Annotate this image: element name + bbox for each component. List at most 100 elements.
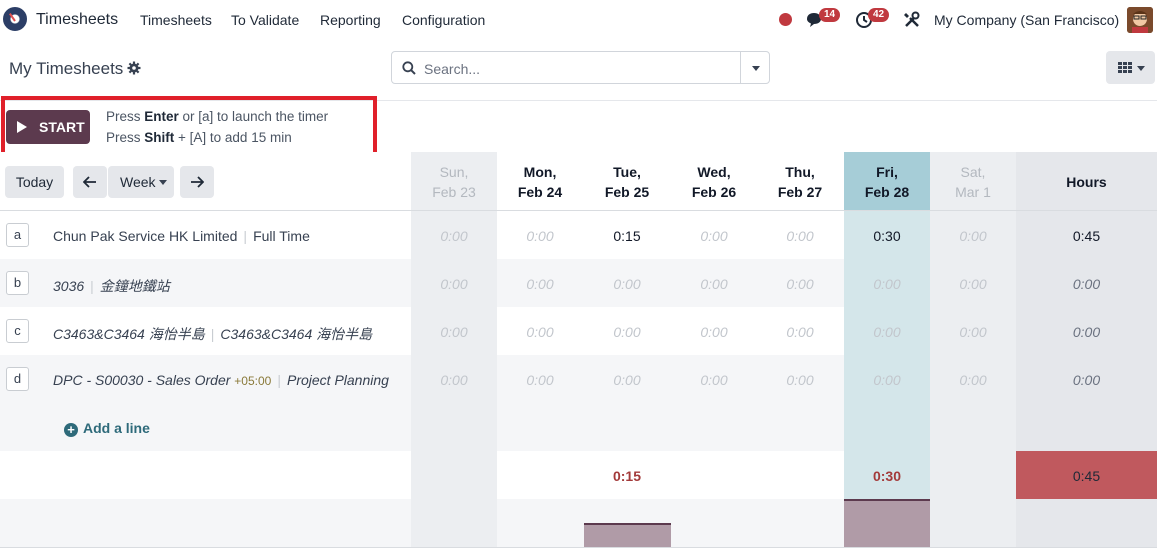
day-name: Fri, — [876, 164, 898, 180]
row-total-b: 0:00 — [1072, 276, 1101, 292]
cell-b-sat[interactable]: 0:00 — [930, 276, 1016, 292]
menu-to-validate[interactable]: To Validate — [231, 12, 299, 28]
cell-b-fri[interactable]: 0:00 — [844, 276, 930, 292]
cell-b-thu[interactable]: 0:00 — [757, 276, 843, 292]
cell-c-wed[interactable]: 0:00 — [671, 324, 757, 340]
day-header-sun: Sun, Feb 23 — [411, 162, 497, 202]
prev-week-button[interactable] — [73, 166, 107, 198]
cell-c-thu[interactable]: 0:00 — [757, 324, 843, 340]
task-name: 金鐘地鐵站 — [99, 278, 170, 294]
row-key-d[interactable]: d — [6, 367, 29, 391]
arrow-right-icon — [191, 176, 205, 188]
separator: | — [277, 372, 281, 388]
cell-b-mon[interactable]: 0:00 — [497, 276, 583, 292]
cell-b-wed[interactable]: 0:00 — [671, 276, 757, 292]
row-label-a[interactable]: Chun Pak Service HK Limited | Full Time — [53, 228, 310, 244]
gear-icon[interactable] — [127, 61, 141, 75]
caret-down-icon — [159, 180, 167, 185]
cell-d-tue[interactable]: 0:00 — [584, 372, 670, 388]
grand-total: 0:45 — [1072, 468, 1101, 484]
day-name: Sun, — [439, 164, 469, 180]
day-header-mon: Mon, Feb 24 — [497, 162, 583, 202]
daily-hours-bar-tue — [584, 523, 671, 547]
cell-a-tue[interactable]: 0:15 — [584, 228, 670, 244]
cell-d-mon[interactable]: 0:00 — [497, 372, 583, 388]
add-line-row-bg — [497, 403, 844, 451]
add-line-row-bg — [0, 403, 411, 451]
timezone-offset: +05:00 — [234, 374, 272, 388]
page-title[interactable]: My Timesheets — [9, 59, 123, 79]
cell-c-tue[interactable]: 0:00 — [584, 324, 670, 340]
grid-view-icon — [1118, 62, 1132, 73]
company-switcher[interactable]: My Company (San Francisco) — [934, 12, 1119, 28]
status-dot-icon[interactable] — [779, 13, 792, 26]
day-name: Tue, — [613, 164, 641, 180]
top-navbar: Timesheets Timesheets To Validate Report… — [0, 0, 1157, 40]
cell-d-sun[interactable]: 0:00 — [411, 372, 497, 388]
row-key-a[interactable]: a — [6, 223, 29, 247]
day-date: Feb 27 — [777, 184, 823, 200]
app-name[interactable]: Timesheets — [36, 11, 118, 29]
tools-icon[interactable] — [903, 11, 921, 29]
row-label-b[interactable]: 3036 | 金鐘地鐵站 — [53, 276, 170, 296]
cell-c-fri[interactable]: 0:00 — [844, 324, 930, 340]
hours-header: Hours — [1066, 174, 1107, 190]
day-date: Feb 23 — [432, 184, 476, 200]
today-button[interactable]: Today — [5, 166, 64, 198]
separator: | — [90, 278, 94, 294]
column-today — [844, 152, 930, 548]
range-label: Week — [120, 174, 156, 190]
cell-a-fri[interactable]: 0:30 — [844, 228, 930, 244]
cell-a-sat[interactable]: 0:00 — [930, 228, 1016, 244]
project-name: Chun Pak Service HK Limited — [53, 228, 238, 244]
row-total-c: 0:00 — [1072, 324, 1101, 340]
cell-d-sat[interactable]: 0:00 — [930, 372, 1016, 388]
daily-hours-bar-fri — [844, 499, 930, 547]
timesheets-app-icon[interactable] — [3, 7, 27, 31]
cell-a-thu[interactable]: 0:00 — [757, 228, 843, 244]
task-name: Project Planning — [286, 372, 389, 388]
add-line-button[interactable]: + Add a line — [64, 420, 150, 437]
cell-a-mon[interactable]: 0:00 — [497, 228, 583, 244]
add-line-label: Add a line — [83, 420, 150, 436]
menu-configuration[interactable]: Configuration — [402, 12, 485, 28]
day-date: Feb 26 — [691, 184, 737, 200]
cell-d-fri[interactable]: 0:00 — [844, 372, 930, 388]
timesheet-grid: Today Week Sun, Feb 23 Mon, Feb 24 Tue, Feb… — [0, 152, 1157, 548]
label-column — [0, 152, 411, 548]
user-avatar[interactable] — [1127, 7, 1153, 33]
cell-a-sun[interactable]: 0:00 — [411, 228, 497, 244]
row-key-c[interactable]: c — [6, 319, 29, 343]
column-sun — [411, 152, 497, 548]
row-total-d: 0:00 — [1072, 372, 1101, 388]
menu-timesheets[interactable]: Timesheets — [140, 12, 212, 28]
search-input[interactable]: Search... — [424, 61, 480, 77]
day-date: Mar 1 — [955, 184, 991, 200]
project-name: C3463&C3464 海怡半島 — [53, 326, 205, 342]
search-options-toggle[interactable] — [740, 52, 769, 83]
range-dropdown[interactable]: Week — [108, 166, 174, 198]
cell-b-sun[interactable]: 0:00 — [411, 276, 497, 292]
view-switcher-button[interactable] — [1106, 51, 1155, 84]
task-name: Full Time — [253, 228, 310, 244]
cell-c-mon[interactable]: 0:00 — [497, 324, 583, 340]
daily-total-tue: 0:15 — [612, 468, 642, 484]
cell-b-tue[interactable]: 0:00 — [584, 276, 670, 292]
menu-reporting[interactable]: Reporting — [320, 12, 381, 28]
row-key-b[interactable]: b — [6, 271, 29, 295]
arrow-left-icon — [82, 176, 96, 188]
day-name: Thu, — [785, 164, 815, 180]
cell-d-thu[interactable]: 0:00 — [757, 372, 843, 388]
day-name: Wed, — [697, 164, 731, 180]
row-label-d[interactable]: DPC - S00030 - Sales Order +05:00 | Projec… — [53, 372, 389, 388]
cell-c-sun[interactable]: 0:00 — [411, 324, 497, 340]
search-bar[interactable]: Search... — [391, 51, 770, 84]
row-label-c[interactable]: C3463&C3464 海怡半島 | C3463&C3464 海怡半島 — [53, 324, 372, 344]
project-name: 3036 — [53, 278, 85, 294]
column-weekdays — [497, 152, 844, 548]
cell-d-wed[interactable]: 0:00 — [671, 372, 757, 388]
cell-a-wed[interactable]: 0:00 — [671, 228, 757, 244]
day-name: Mon, — [523, 164, 557, 180]
cell-c-sat[interactable]: 0:00 — [930, 324, 1016, 340]
next-week-button[interactable] — [180, 166, 214, 198]
